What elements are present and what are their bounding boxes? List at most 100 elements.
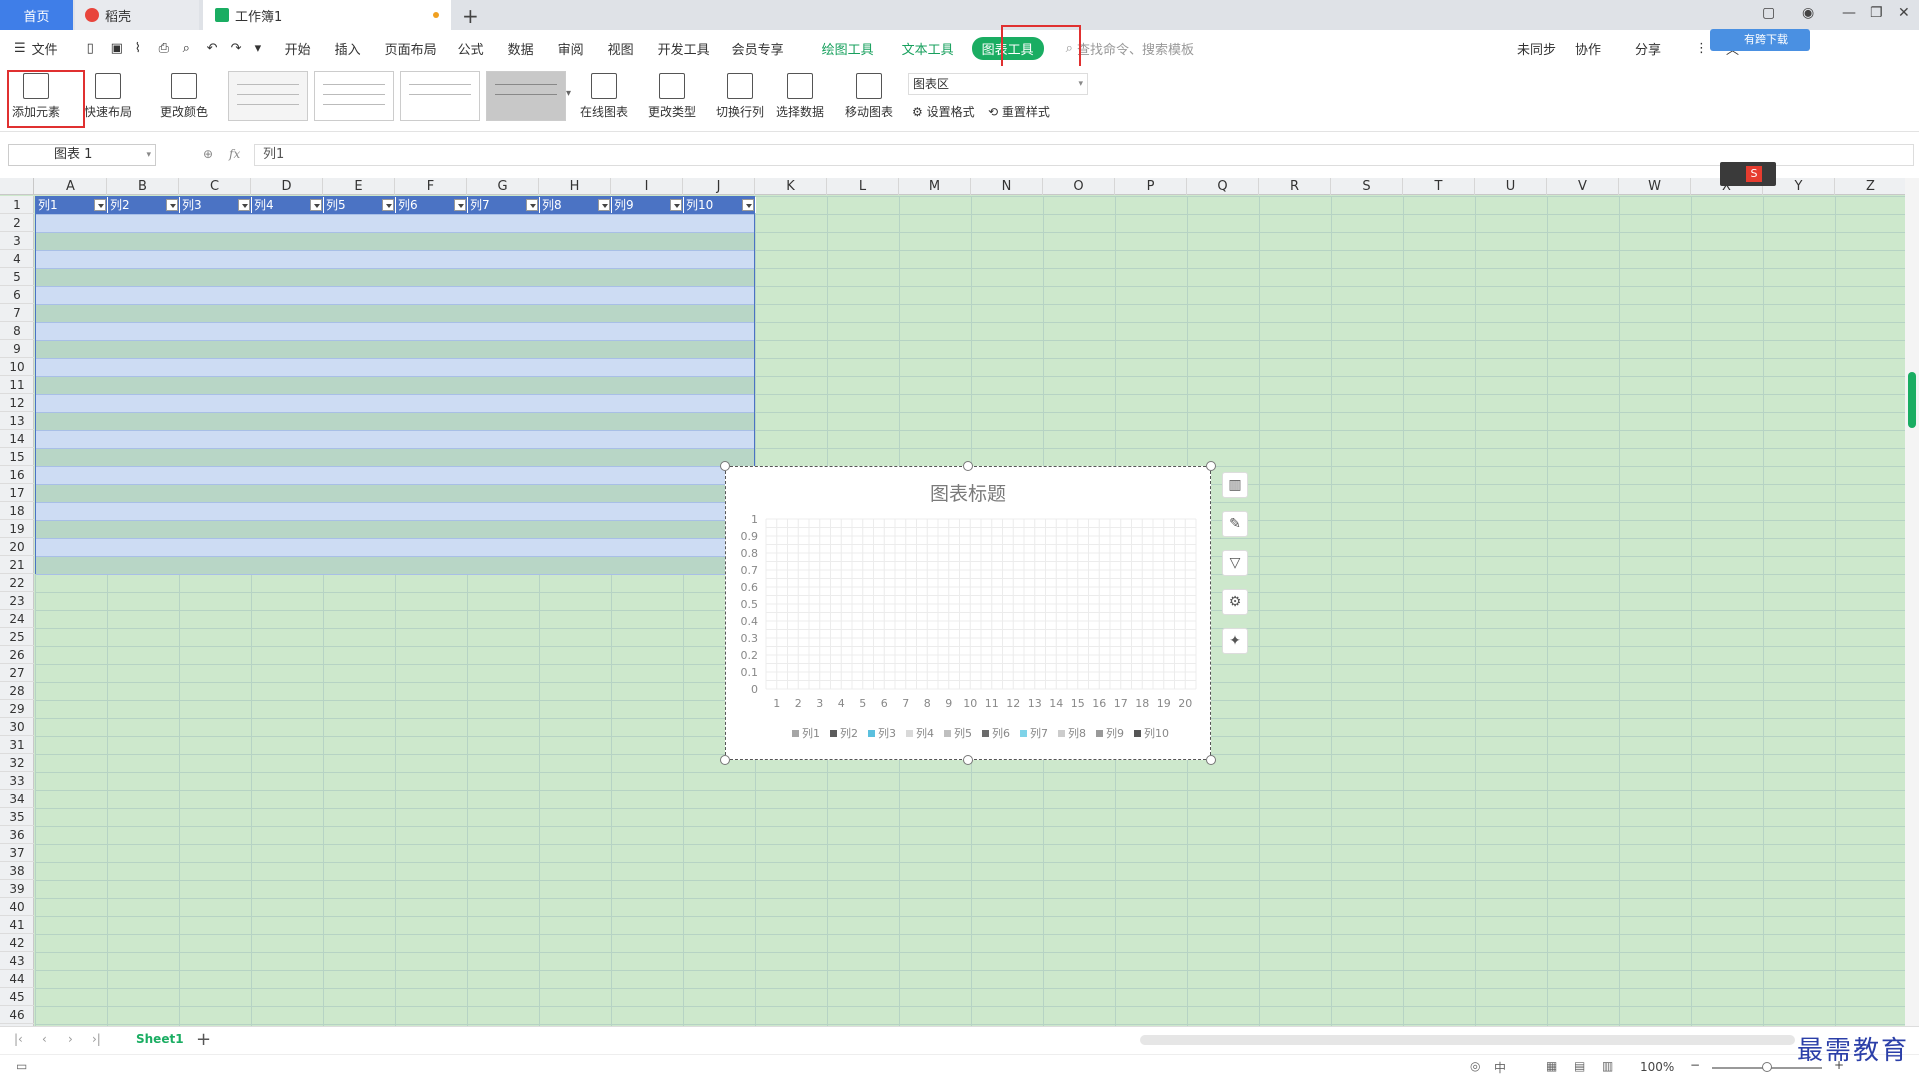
row-header-34[interactable]: 34	[0, 790, 34, 808]
column-header-I[interactable]: I	[611, 178, 683, 195]
resize-handle[interactable]	[720, 461, 730, 471]
table-row[interactable]	[36, 359, 754, 377]
row-header-39[interactable]: 39	[0, 880, 34, 898]
column-header-A[interactable]: A	[35, 178, 107, 195]
table-row[interactable]	[36, 449, 754, 467]
row-header-35[interactable]: 35	[0, 808, 34, 826]
more-icon[interactable]: ▾	[255, 41, 285, 56]
hamburger-icon[interactable]: ☰	[14, 41, 26, 56]
column-header-R[interactable]: R	[1259, 178, 1331, 195]
vertical-scroll-thumb[interactable]	[1908, 372, 1916, 428]
table-row[interactable]	[36, 395, 754, 413]
menu-insert[interactable]: 插入	[335, 39, 385, 58]
row-header-25[interactable]: 25	[0, 628, 34, 646]
cloud-badge[interactable]: 有跨下载	[1710, 29, 1810, 51]
row-header-13[interactable]: 13	[0, 412, 34, 430]
filter-dropdown-icon[interactable]	[598, 199, 610, 211]
row-header-30[interactable]: 30	[0, 718, 34, 736]
share-button[interactable]: 分享	[1635, 39, 1675, 58]
column-header-K[interactable]: K	[755, 178, 827, 195]
close-icon[interactable]: ✕	[1898, 5, 1910, 21]
collaborate-button[interactable]: 协作	[1575, 39, 1635, 58]
row-header-23[interactable]: 23	[0, 592, 34, 610]
print-preview-icon[interactable]: ⌕	[183, 41, 207, 56]
new-tab-button[interactable]: +	[462, 4, 479, 28]
menu-review[interactable]: 审阅	[558, 39, 608, 58]
row-header-29[interactable]: 29	[0, 700, 34, 718]
row-header-41[interactable]: 41	[0, 916, 34, 934]
row-header-33[interactable]: 33	[0, 772, 34, 790]
filter-dropdown-icon[interactable]	[454, 199, 466, 211]
lightbulb-icon[interactable]: ✦	[1222, 628, 1248, 654]
next-sheet-icon[interactable]: ›	[68, 1032, 73, 1046]
row-header-7[interactable]: 7	[0, 304, 34, 322]
switch-row-col-button[interactable]: 切换行列	[716, 73, 764, 120]
select-data-button[interactable]: 选择数据	[776, 73, 824, 120]
table-row[interactable]	[36, 215, 754, 233]
data-table[interactable]: 列1 列2 列3 列4 列5 列6 列7 列8 列9 列10	[35, 196, 756, 575]
table-row[interactable]	[36, 431, 754, 449]
filter-dropdown-icon[interactable]	[166, 199, 178, 211]
table-header-cell[interactable]: 列5	[324, 197, 396, 213]
table-row[interactable]	[36, 377, 754, 395]
format-painter-icon[interactable]: ⌇	[135, 41, 159, 56]
menu-formula[interactable]: 公式	[458, 39, 508, 58]
column-header-F[interactable]: F	[395, 178, 467, 195]
filter-dropdown-icon[interactable]	[94, 199, 106, 211]
column-header-G[interactable]: G	[467, 178, 539, 195]
resize-handle[interactable]	[720, 755, 730, 765]
table-header-cell[interactable]: 列1	[36, 197, 108, 213]
column-header-J[interactable]: J	[683, 178, 755, 195]
menu-member[interactable]: 会员专享	[732, 39, 822, 58]
style-gallery-more-icon[interactable]: ▾	[566, 88, 571, 99]
column-header-T[interactable]: T	[1403, 178, 1475, 195]
column-header-P[interactable]: P	[1115, 178, 1187, 195]
table-row[interactable]	[36, 251, 754, 269]
eye-protection-icon[interactable]: ◎	[1470, 1059, 1480, 1073]
zoom-slider-thumb[interactable]	[1762, 1062, 1772, 1072]
page-layout-view-icon[interactable]: ▤	[1574, 1059, 1585, 1073]
quick-layout-button[interactable]: 快速布局	[84, 73, 132, 120]
table-header-cell[interactable]: 列10	[684, 197, 756, 213]
column-header-Q[interactable]: Q	[1187, 178, 1259, 195]
row-header-15[interactable]: 15	[0, 448, 34, 466]
column-header-D[interactable]: D	[251, 178, 323, 195]
row-header-2[interactable]: 2	[0, 214, 34, 232]
chart-style-brush-icon[interactable]: ✎	[1222, 511, 1248, 537]
add-sheet-button[interactable]: +	[196, 1029, 211, 1050]
page-break-view-icon[interactable]: ▥	[1602, 1059, 1613, 1073]
row-header-36[interactable]: 36	[0, 826, 34, 844]
row-header-42[interactable]: 42	[0, 934, 34, 952]
row-header-19[interactable]: 19	[0, 520, 34, 538]
resize-handle[interactable]	[1206, 461, 1216, 471]
row-header-26[interactable]: 26	[0, 646, 34, 664]
row-header-40[interactable]: 40	[0, 898, 34, 916]
input-mode-icon[interactable]: 中	[1494, 1059, 1506, 1076]
table-row[interactable]	[36, 341, 754, 359]
table-row[interactable]	[36, 467, 754, 485]
row-header-1[interactable]: 1	[0, 196, 34, 214]
filter-dropdown-icon[interactable]	[742, 199, 754, 211]
resize-handle[interactable]	[1206, 755, 1216, 765]
zoom-out-icon[interactable]: −	[1690, 1058, 1700, 1072]
select-all-corner[interactable]	[0, 178, 34, 195]
row-header-10[interactable]: 10	[0, 358, 34, 376]
menu-developer[interactable]: 开发工具	[658, 39, 732, 58]
zoom-level[interactable]: 100%	[1640, 1060, 1674, 1074]
row-header-43[interactable]: 43	[0, 952, 34, 970]
row-header-32[interactable]: 32	[0, 754, 34, 772]
column-header-H[interactable]: H	[539, 178, 611, 195]
table-row[interactable]	[36, 323, 754, 341]
file-menu[interactable]: 文件	[32, 39, 87, 58]
row-header-11[interactable]: 11	[0, 376, 34, 394]
fx-icon[interactable]: fx	[229, 147, 240, 161]
table-row[interactable]	[36, 521, 754, 539]
chart-element-select[interactable]: 图表区 ▾	[908, 73, 1088, 95]
save-icon[interactable]: ▣	[111, 41, 135, 56]
last-sheet-icon[interactable]: ›|	[92, 1032, 101, 1046]
column-header-S[interactable]: S	[1331, 178, 1403, 195]
row-header-9[interactable]: 9	[0, 340, 34, 358]
zoom-formula-icon[interactable]: ⊕	[203, 147, 213, 161]
row-header-38[interactable]: 38	[0, 862, 34, 880]
filter-dropdown-icon[interactable]	[670, 199, 682, 211]
